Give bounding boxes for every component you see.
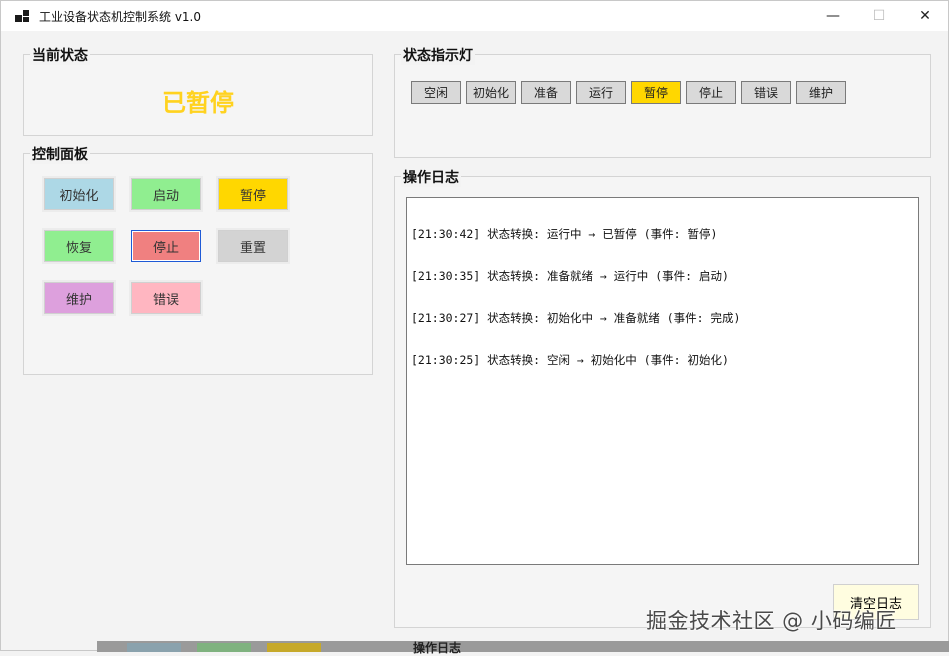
- log-entry[interactable]: [21:30:27] 状态转换: 初始化中 → 准备就绪 (事件: 完成): [411, 311, 914, 325]
- log-listbox[interactable]: [21:30:42] 状态转换: 运行中 → 已暂停 (事件: 暂停) [21:…: [406, 197, 919, 565]
- indicator-error: 错误: [741, 81, 791, 104]
- error-button[interactable]: 错误: [131, 282, 201, 314]
- close-icon[interactable]: ✕: [902, 1, 948, 31]
- control-panel-group: 控制面板 初始化 启动 暂停 恢复 停止 重置 维护 错误: [23, 144, 373, 375]
- minimize-icon[interactable]: —: [810, 1, 856, 31]
- indicator-stopped: 停止: [686, 81, 736, 104]
- init-button[interactable]: 初始化: [44, 178, 114, 210]
- indicator-ready: 准备: [521, 81, 571, 104]
- state-indicator-title: 状态指示灯: [401, 45, 475, 65]
- resume-button[interactable]: 恢复: [44, 230, 114, 262]
- app-icon: [15, 8, 31, 24]
- indicator-running: 运行: [576, 81, 626, 104]
- log-entry[interactable]: [21:30:42] 状态转换: 运行中 → 已暂停 (事件: 暂停): [411, 227, 914, 241]
- current-state-title: 当前状态: [30, 45, 90, 65]
- pause-button[interactable]: 暂停: [218, 178, 288, 210]
- indicator-idle: 空闲: [411, 81, 461, 104]
- control-panel-title: 控制面板: [30, 144, 90, 164]
- app-window: 工业设备状态机控制系统 v1.0 — ☐ ✕ 当前状态 已暂停 控制面板 初始化…: [0, 0, 949, 655]
- indicator-init: 初始化: [466, 81, 516, 104]
- state-indicator-group: 状态指示灯: [394, 45, 931, 158]
- background-log-label: 操作日志: [413, 641, 462, 655]
- reset-button[interactable]: 重置: [218, 230, 288, 262]
- log-entry[interactable]: [21:30:35] 状态转换: 准备就绪 → 运行中 (事件: 启动): [411, 269, 914, 283]
- indicator-maintenance: 维护: [796, 81, 846, 104]
- maintenance-button[interactable]: 维护: [44, 282, 114, 314]
- log-entry[interactable]: [21:30:25] 状态转换: 空闲 → 初始化中 (事件: 初始化): [411, 353, 914, 367]
- window-controls: — ☐ ✕: [810, 1, 948, 31]
- start-button[interactable]: 启动: [131, 178, 201, 210]
- current-state-value: 已暂停: [162, 88, 234, 117]
- title-bar[interactable]: 工业设备状态机控制系统 v1.0 — ☐ ✕: [1, 1, 948, 31]
- indicator-paused: 暂停: [631, 81, 681, 104]
- window-title: 工业设备状态机控制系统 v1.0: [39, 9, 202, 24]
- stop-button[interactable]: 停止: [131, 230, 201, 262]
- maximize-icon: ☐: [872, 8, 886, 24]
- watermark-text: 掘金技术社区 @ 小码编匠: [646, 609, 897, 633]
- current-state-group: 当前状态 已暂停: [23, 45, 373, 136]
- operation-log-title: 操作日志: [401, 167, 461, 187]
